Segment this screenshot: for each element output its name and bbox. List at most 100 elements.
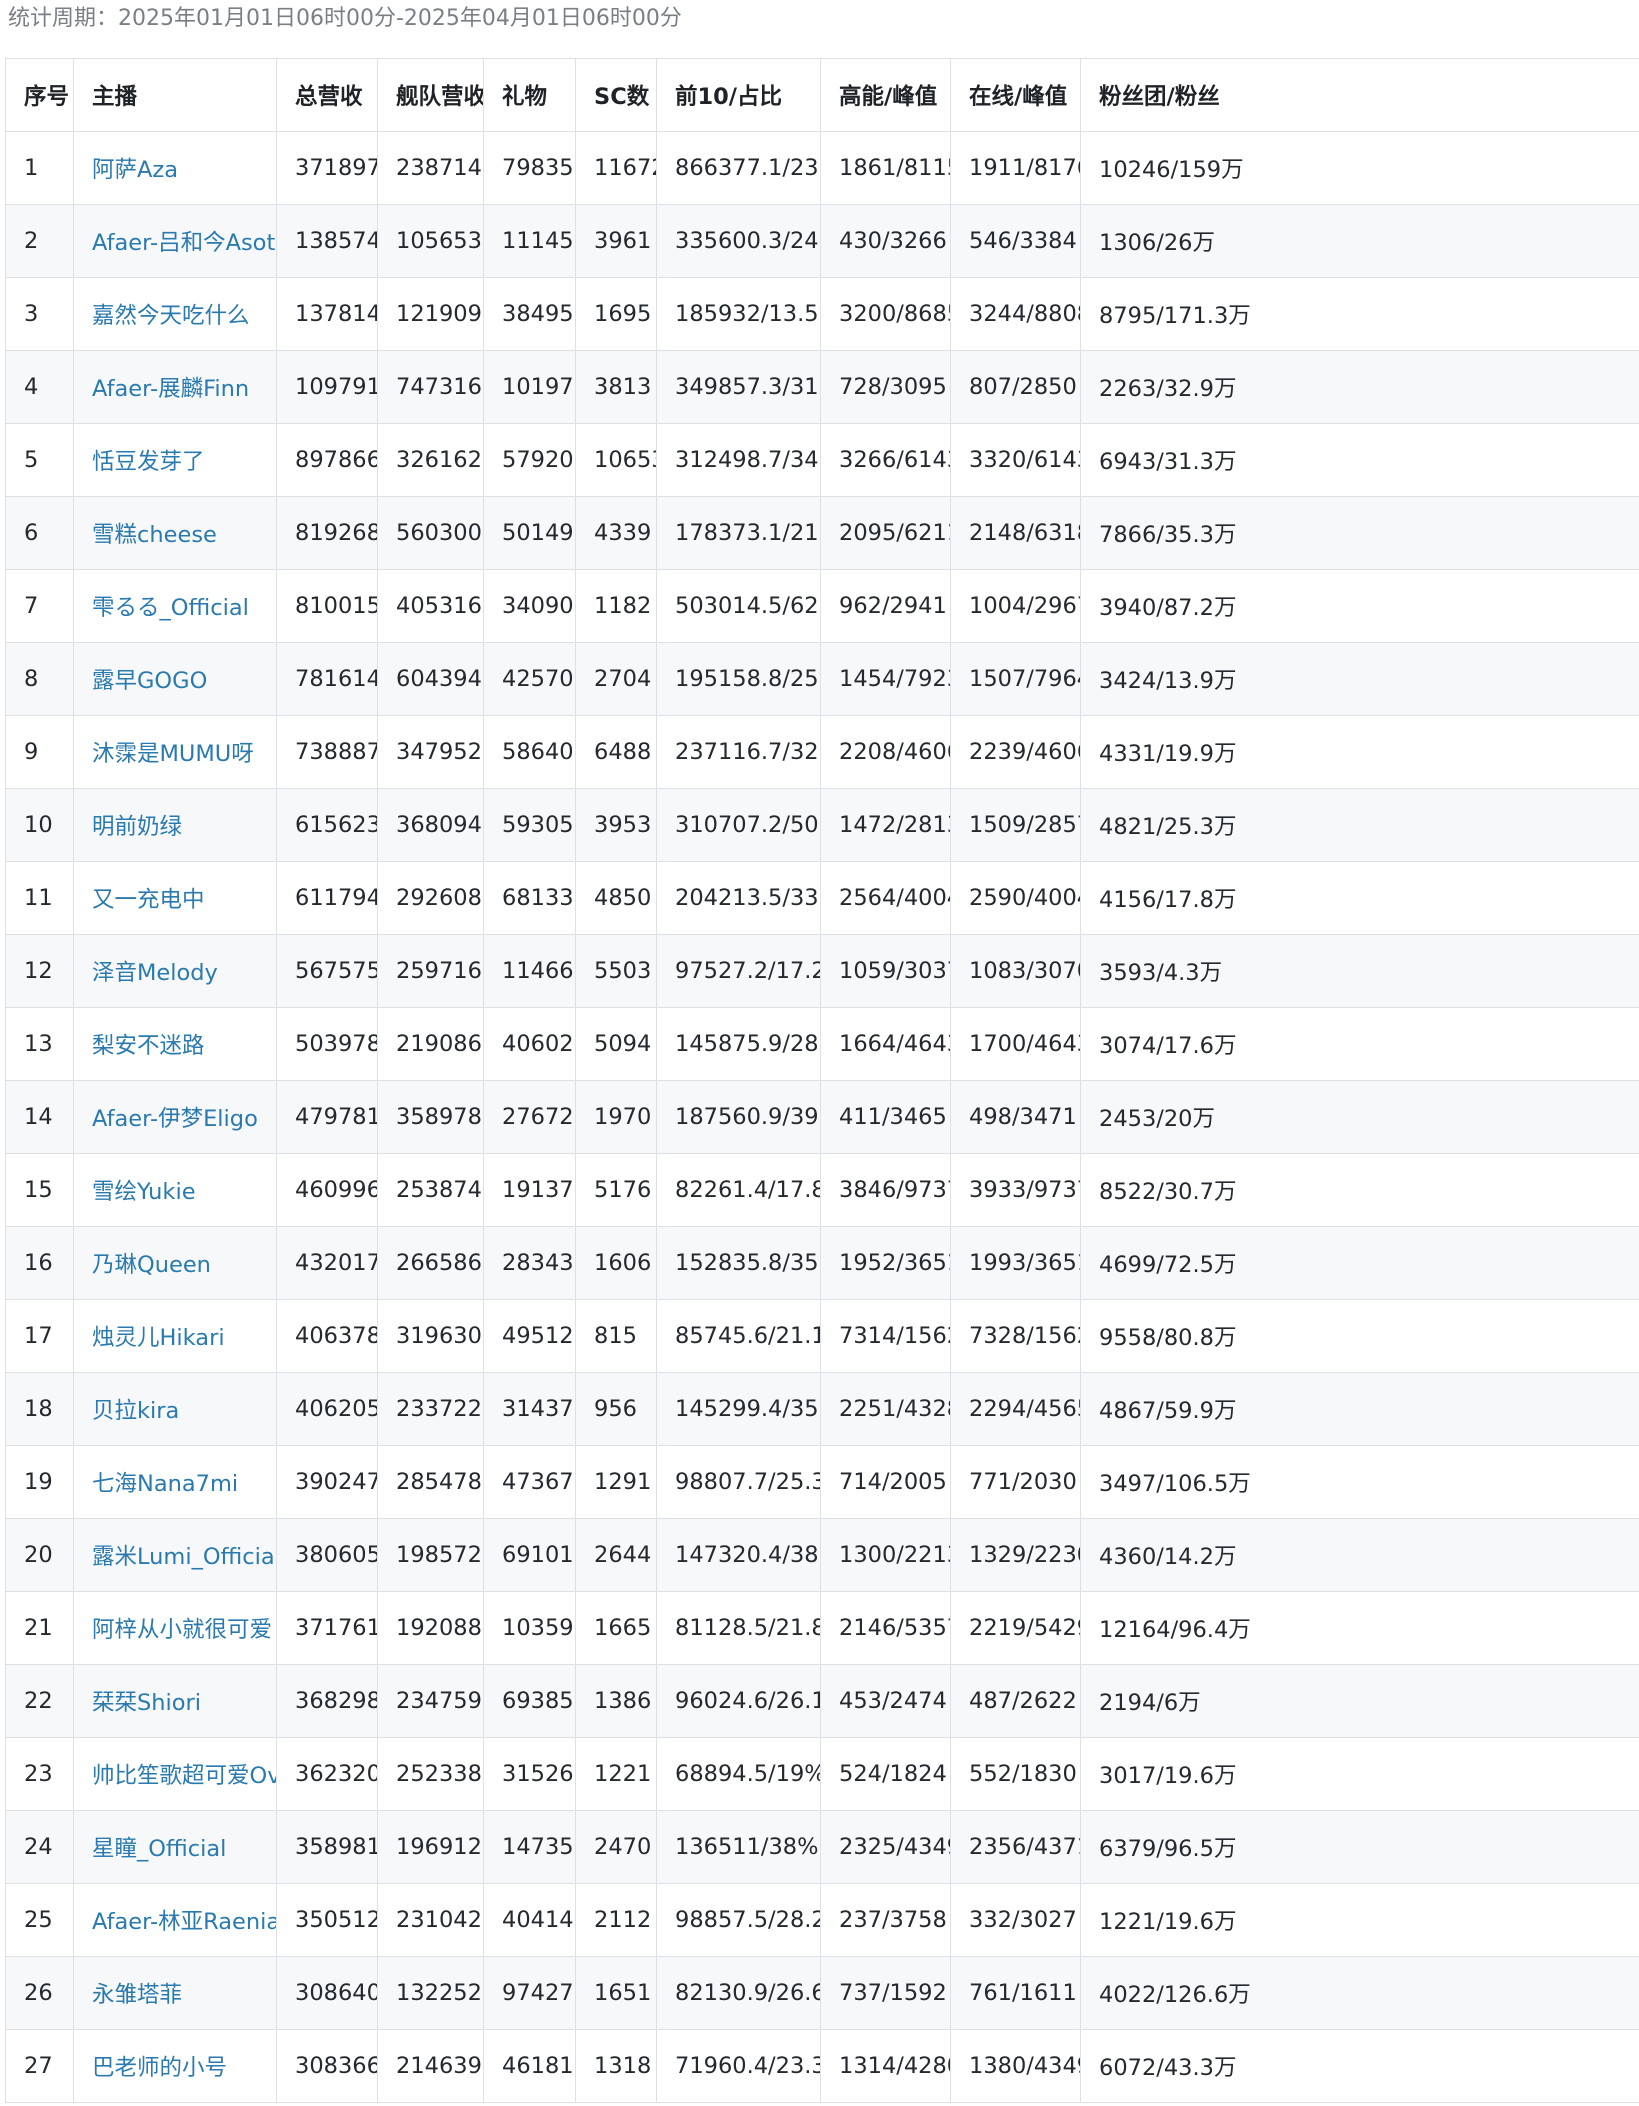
streamer-link[interactable]: 星瞳_Official [92,1836,226,1862]
table-row: 11 又一充电中 611794292608681334850204213.5/33.… [5,861,1639,935]
cell-col-gifts: 31437 [483,1372,576,1446]
cell-col-total-revenue: 611794 [276,861,378,935]
cell-col-high-energy-peak: 728/3095 [820,350,951,424]
cell-col-streamer: 贝拉kira [73,1372,277,1446]
cell-col-rank: 25 [5,1883,74,1957]
cell-col-fan-club-fans: 4156/17.8万 [1080,861,1639,935]
cell-col-high-energy-peak: 2325/4349 [820,1810,951,1884]
cell-col-gifts: 111452 [483,204,576,278]
streamer-link[interactable]: 烛灵儿Hikari [92,1325,225,1351]
streamer-link[interactable]: 嘉然今天吃什么 [92,303,250,329]
cell-col-top10-ratio: 335600.3/24.2% [656,204,821,278]
cell-col-sc-count: 1695 [575,277,657,351]
cell-col-sc-count: 4339 [575,496,657,570]
streamer-link[interactable]: 巴老师的小号 [92,2055,227,2081]
cell-col-fleet-revenue: 604394 [377,642,484,716]
cell-col-gifts: 114662 [483,934,576,1008]
streamer-link[interactable]: 乃琳Queen [92,1252,211,1278]
table-row: 20 露米Lumi_Official 380605 198572 69101 2644 14… [5,1518,1639,1592]
table-row: 24 星瞳_Official 358981 196912 14735 2470 136511… [5,1810,1639,1884]
streamer-link[interactable]: 泽音Melody [92,960,218,986]
cell-col-online-peak: 1509/2857 [950,788,1081,862]
cell-col-top10-ratio: 503014.5/62.1% [656,569,821,643]
table-row: 10 明前奶绿 615623368094593053953310707.2/50.5… [5,788,1639,862]
cell-col-fleet-revenue: 285478 [377,1445,484,1519]
cell-col-high-energy-peak: 430/3266 [820,204,951,278]
table-row: 25 Afaer-林亚Raenia 350512 231042 40414 2112 988… [5,1883,1639,1957]
cell-col-gifts: 69101 [483,1518,576,1592]
cell-col-fan-club-fans: 4360/14.2万 [1080,1518,1639,1592]
streamer-link[interactable]: 明前奶绿 [92,814,182,840]
cell-col-high-energy-peak: 737/1592 [820,1956,951,2030]
streamer-link[interactable]: 帅比笙歌超可爱OvO [92,1763,276,1789]
cell-col-gifts: 103592 [483,1591,576,1665]
cell-col-gifts: 50149 [483,496,576,570]
streamer-link[interactable]: 恬豆发芽了 [92,449,205,475]
streamer-link[interactable]: 阿萨Aza [92,157,178,183]
cell-col-gifts: 47367 [483,1445,576,1519]
cell-col-streamer: Afaer-林亚Raenia [73,1883,277,1957]
cell-col-total-revenue: 1385743 [276,204,378,278]
streamer-link[interactable]: 永雏塔菲 [92,1982,182,2008]
table-row: 16 乃琳Queen 432017 266586 28343 1606 152835.8/3… [5,1226,1639,1300]
cell-col-fleet-revenue: 233722 [377,1372,484,1446]
cell-col-sc-count: 4850 [575,861,657,935]
streamer-link[interactable]: 雪糕cheese [92,522,217,548]
table-row: 3 嘉然今天吃什么 13781401219096384951695185932/13… [5,277,1639,351]
cell-col-total-revenue: 738887 [276,715,378,789]
cell-col-high-energy-peak: 714/2005 [820,1445,951,1519]
streamer-link[interactable]: 露米Lumi_Official [92,1544,276,1570]
cell-col-sc-count: 5503 [575,934,657,1008]
cell-col-online-peak: 1911/8176 [950,131,1081,205]
streamer-link[interactable]: 雪绘Yukie [92,1179,196,1205]
cell-col-streamer: 露早GOGO [73,642,277,716]
streamer-link[interactable]: Afaer-伊梦Eligo [92,1106,258,1132]
cell-col-online-peak: 771/2030 [950,1445,1081,1519]
cell-col-top10-ratio: 187560.9/39.1% [656,1080,821,1154]
cell-col-high-energy-peak: 1300/2213 [820,1518,951,1592]
cell-col-fleet-revenue: 219086 [377,1007,484,1081]
cell-col-total-revenue: 810015 [276,569,378,643]
cell-col-total-revenue: 368298 [276,1664,378,1738]
cell-col-top10-ratio: 85745.6/21.1% [656,1299,821,1373]
streamer-link[interactable]: Afaer-展麟Finn [92,376,249,402]
cell-col-online-peak: 2294/4565 [950,1372,1081,1446]
streamer-link[interactable]: 阿梓从小就很可爱 [92,1617,272,1643]
streamer-link[interactable]: 沐霂是MUMU呀 [92,741,254,767]
cell-col-top10-ratio: 145299.4/35.8% [656,1372,821,1446]
cell-col-high-energy-peak: 1314/4280 [820,2029,951,2103]
streamer-link[interactable]: 贝拉kira [92,1398,179,1424]
streamer-link[interactable]: 露早GOGO [92,668,207,694]
cell-col-gifts: 49512 [483,1299,576,1373]
cell-col-high-energy-peak: 2095/6211 [820,496,951,570]
cell-col-fan-club-fans: 3940/87.2万 [1080,569,1639,643]
cell-col-total-revenue: 371761 [276,1591,378,1665]
streamer-link[interactable]: Afaer-吕和今Asota [92,230,276,256]
streamer-link[interactable]: 七海Nana7mi [92,1471,238,1497]
streamer-link[interactable]: Afaer-林亚Raenia [92,1909,276,1935]
cell-col-fleet-revenue: 358978 [377,1080,484,1154]
streamer-link[interactable]: 栞栞Shiori [92,1690,201,1716]
cell-col-gifts: 59305 [483,788,576,862]
cell-col-fan-club-fans: 3593/4.3万 [1080,934,1639,1008]
table-row: 4 Afaer-展麟Finn 109791374731610197138133498… [5,350,1639,424]
table-row: 19 七海Nana7mi 390247 285478 47367 1291 98807.7/… [5,1445,1639,1519]
cell-col-fleet-revenue: 132252 [377,1956,484,2030]
cell-col-online-peak: 552/1830 [950,1737,1081,1811]
cell-col-total-revenue: 362320 [276,1737,378,1811]
cell-col-sc-count: 2470 [575,1810,657,1884]
table-row: 2 Afaer-吕和今Asota1385743105653611145239613… [5,204,1639,278]
cell-col-fleet-revenue: 2387141 [377,131,484,205]
cell-col-high-energy-peak: 2208/4606 [820,715,951,789]
cell-col-total-revenue: 3718977 [276,131,378,205]
cell-col-online-peak: 7328/15629 [950,1299,1081,1373]
cell-col-streamer: 恬豆发芽了 [73,423,277,497]
cell-col-fleet-revenue: 319630 [377,1299,484,1373]
cell-col-high-energy-peak: 1059/3037 [820,934,951,1008]
cell-col-gifts: 14735 [483,1810,576,1884]
streamer-link[interactable]: 梨安不迷路 [92,1033,205,1059]
streamer-link[interactable]: 雫るる_Official [92,595,249,621]
cell-col-high-energy-peak: 524/1824 [820,1737,951,1811]
streamer-link[interactable]: 又一充电中 [92,887,205,913]
header-col-sc-count: SC数 [575,58,657,132]
